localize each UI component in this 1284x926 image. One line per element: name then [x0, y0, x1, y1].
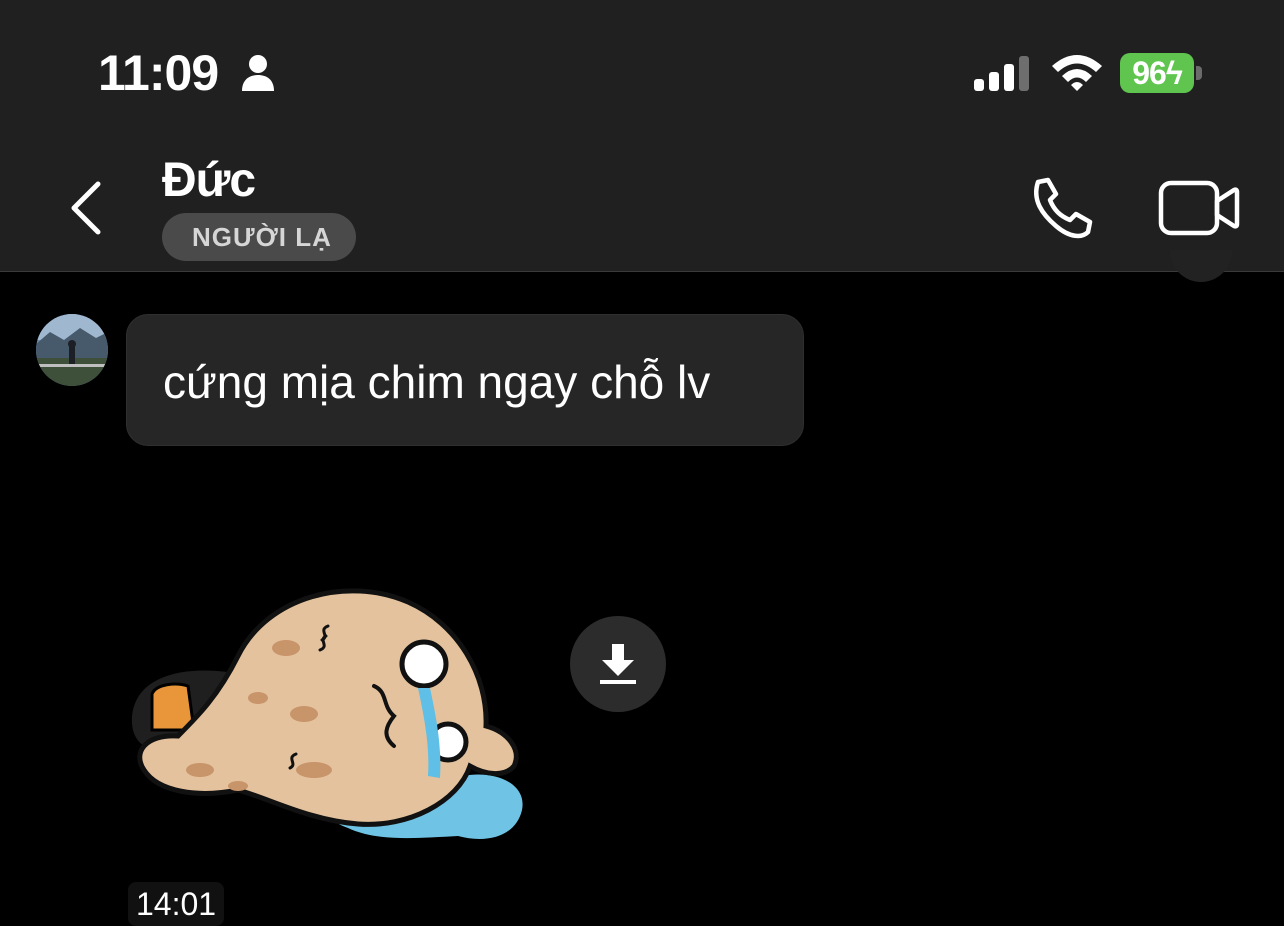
scroll-peek — [1170, 250, 1232, 282]
crying-peanut-sticker[interactable] — [118, 566, 548, 866]
message-bubble[interactable]: cứng mịa chim ngay chỗ lv — [126, 314, 804, 446]
download-icon — [600, 644, 636, 684]
header-divider — [0, 271, 1284, 272]
back-button[interactable] — [60, 178, 116, 238]
wifi-icon — [1052, 55, 1102, 91]
message-time: 14:01 — [128, 882, 225, 926]
person-icon — [242, 55, 274, 91]
video-call-button[interactable] — [1158, 180, 1240, 236]
video-camera-icon — [1158, 180, 1240, 236]
contact-name[interactable]: Đức — [162, 153, 256, 208]
signal-icon — [974, 56, 1029, 91]
stranger-badge: NGƯỜI LẠ — [162, 213, 356, 261]
battery-percent: 96 — [1132, 54, 1167, 91]
call-button[interactable] — [1026, 176, 1094, 240]
battery-cap — [1196, 66, 1202, 80]
download-button[interactable] — [570, 616, 666, 712]
charging-icon: ϟ — [1165, 54, 1183, 91]
message-text: cứng mịa chim ngay chỗ lv — [163, 356, 711, 408]
phone-icon — [1034, 177, 1093, 239]
chevron-left-icon — [71, 181, 101, 235]
battery-indicator: 96 ϟ — [1120, 53, 1206, 93]
avatar[interactable] — [36, 314, 108, 386]
status-time: 11:09 — [98, 45, 219, 101]
battery-level: 96 ϟ — [1120, 53, 1194, 93]
